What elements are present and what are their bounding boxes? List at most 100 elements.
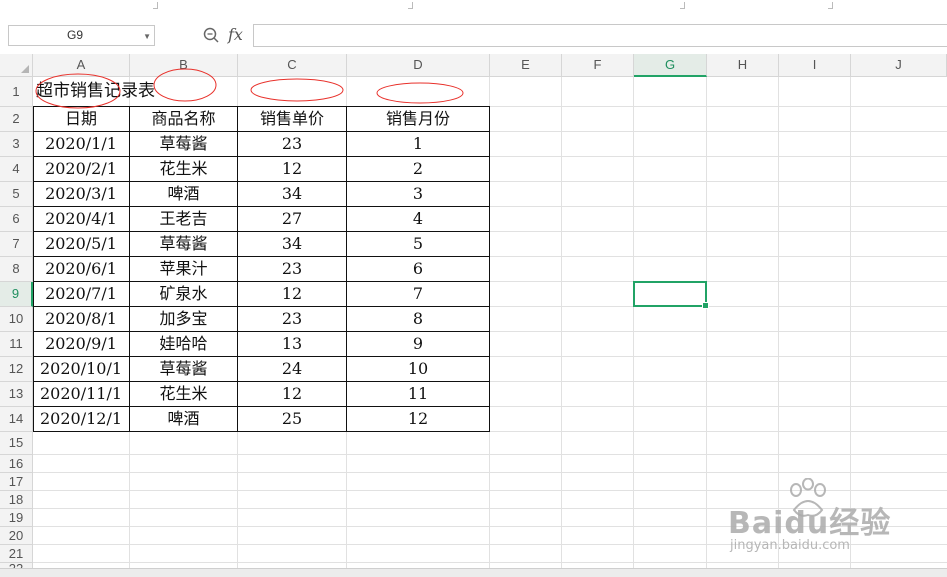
cell[interactable]: 超市销售记录表 (33, 77, 155, 107)
cell[interactable]: 34 (238, 182, 347, 207)
ribbon-group-launcher[interactable] (680, 2, 685, 9)
row-header[interactable]: 9 (0, 282, 33, 307)
row-header[interactable]: 15 (0, 432, 33, 455)
cell[interactable]: 12 (238, 282, 347, 307)
row-header[interactable]: 5 (0, 182, 33, 207)
cell[interactable]: 销售月份 (347, 107, 490, 132)
cell[interactable]: 娃哈哈 (130, 332, 238, 357)
column-header[interactable]: H (707, 54, 779, 77)
row-header[interactable]: 17 (0, 473, 33, 491)
insert-function-icon[interactable]: fx (228, 24, 243, 46)
cell[interactable]: 2020/8/1 (33, 307, 130, 332)
ribbon-group-launcher[interactable] (408, 2, 413, 9)
cell[interactable]: 2020/7/1 (33, 282, 130, 307)
cell[interactable]: 11 (347, 382, 490, 407)
zoom-icon[interactable] (202, 26, 220, 44)
cell[interactable]: 23 (238, 132, 347, 157)
cell[interactable]: 草莓酱 (130, 132, 238, 157)
cell[interactable]: 啤酒 (130, 182, 238, 207)
cell[interactable]: 4 (347, 207, 490, 232)
row-header[interactable]: 13 (0, 382, 33, 407)
row-header[interactable]: 2 (0, 107, 33, 132)
cell[interactable]: 王老吉 (130, 207, 238, 232)
cell[interactable]: 23 (238, 307, 347, 332)
name-box[interactable]: G9 ▼ (8, 25, 155, 46)
cell[interactable]: 10 (347, 357, 490, 382)
ribbon-group-launcher[interactable] (153, 2, 158, 9)
row-header[interactable]: 14 (0, 407, 33, 432)
row-header[interactable]: 20 (0, 527, 33, 545)
column-header[interactable]: E (490, 54, 562, 77)
row-header[interactable]: 12 (0, 357, 33, 382)
cell[interactable]: 24 (238, 357, 347, 382)
column-header[interactable]: G (634, 54, 707, 77)
spreadsheet-grid[interactable]: ABCDEFGHIJ 1 2 3 4 5 6 7 8 9 10 11 12 13 14 15 16 17 18 19… (0, 54, 947, 576)
cell[interactable]: 商品名称 (130, 107, 238, 132)
cell[interactable]: 34 (238, 232, 347, 257)
chevron-down-icon[interactable]: ▼ (143, 27, 151, 46)
cell[interactable]: 2020/4/1 (33, 207, 130, 232)
cell[interactable]: 矿泉水 (130, 282, 238, 307)
cell[interactable]: 9 (347, 332, 490, 357)
cell[interactable]: 花生米 (130, 382, 238, 407)
cell[interactable]: 2020/12/1 (33, 407, 130, 432)
row-header[interactable]: 4 (0, 157, 33, 182)
cell[interactable]: 2020/10/1 (33, 357, 130, 382)
cell[interactable]: 2020/1/1 (33, 132, 130, 157)
row-header[interactable]: 19 (0, 509, 33, 527)
fill-handle[interactable] (702, 302, 709, 309)
selected-cell-g9[interactable] (633, 281, 709, 309)
cell[interactable]: 1 (347, 132, 490, 157)
cell[interactable]: 2 (347, 157, 490, 182)
cell[interactable]: 5 (347, 232, 490, 257)
cell[interactable]: 2020/9/1 (33, 332, 130, 357)
cell[interactable]: 2020/5/1 (33, 232, 130, 257)
column-header[interactable]: F (562, 54, 634, 77)
grid-line (33, 562, 947, 563)
ribbon-group-launcher[interactable] (828, 2, 833, 9)
cell[interactable]: 27 (238, 207, 347, 232)
cell[interactable]: 2020/6/1 (33, 257, 130, 282)
cell[interactable]: 3 (347, 182, 490, 207)
row-header[interactable]: 7 (0, 232, 33, 257)
cell[interactable]: 草莓酱 (130, 357, 238, 382)
cell[interactable]: 13 (238, 332, 347, 357)
row-header[interactable]: 6 (0, 207, 33, 232)
select-all-corner[interactable] (0, 54, 33, 77)
column-header[interactable]: D (347, 54, 490, 77)
grid-line (561, 77, 562, 576)
cell[interactable]: 2020/11/1 (33, 382, 130, 407)
column-header[interactable]: I (779, 54, 851, 77)
cell[interactable]: 销售单价 (238, 107, 347, 132)
cell[interactable]: 12 (238, 382, 347, 407)
cell[interactable]: 8 (347, 307, 490, 332)
cell[interactable]: 2020/3/1 (33, 182, 130, 207)
row-header[interactable]: 11 (0, 332, 33, 357)
column-header[interactable]: C (238, 54, 347, 77)
cell[interactable]: 12 (347, 407, 490, 432)
cell[interactable]: 苹果汁 (130, 257, 238, 282)
cell[interactable]: 6 (347, 257, 490, 282)
cell[interactable]: 花生米 (130, 157, 238, 182)
cell[interactable]: 草莓酱 (130, 232, 238, 257)
cell[interactable]: 25 (238, 407, 347, 432)
row-header[interactable]: 3 (0, 132, 33, 157)
row-header[interactable]: 16 (0, 455, 33, 473)
row-header[interactable]: 10 (0, 307, 33, 332)
cell[interactable]: 日期 (33, 107, 130, 132)
row-header[interactable]: 8 (0, 257, 33, 282)
column-header[interactable]: B (130, 54, 238, 77)
cell[interactable]: 2020/2/1 (33, 157, 130, 182)
cell[interactable]: 啤酒 (130, 407, 238, 432)
cell[interactable]: 12 (238, 157, 347, 182)
formula-input[interactable] (253, 24, 947, 47)
cell[interactable]: 7 (347, 282, 490, 307)
cell[interactable]: 加多宝 (130, 307, 238, 332)
column-header[interactable]: A (33, 54, 130, 77)
grid-line (778, 77, 779, 576)
grid-line (33, 526, 947, 527)
column-header[interactable]: J (851, 54, 947, 77)
row-header[interactable]: 1 (0, 77, 33, 107)
row-header[interactable]: 18 (0, 491, 33, 509)
cell[interactable]: 23 (238, 257, 347, 282)
